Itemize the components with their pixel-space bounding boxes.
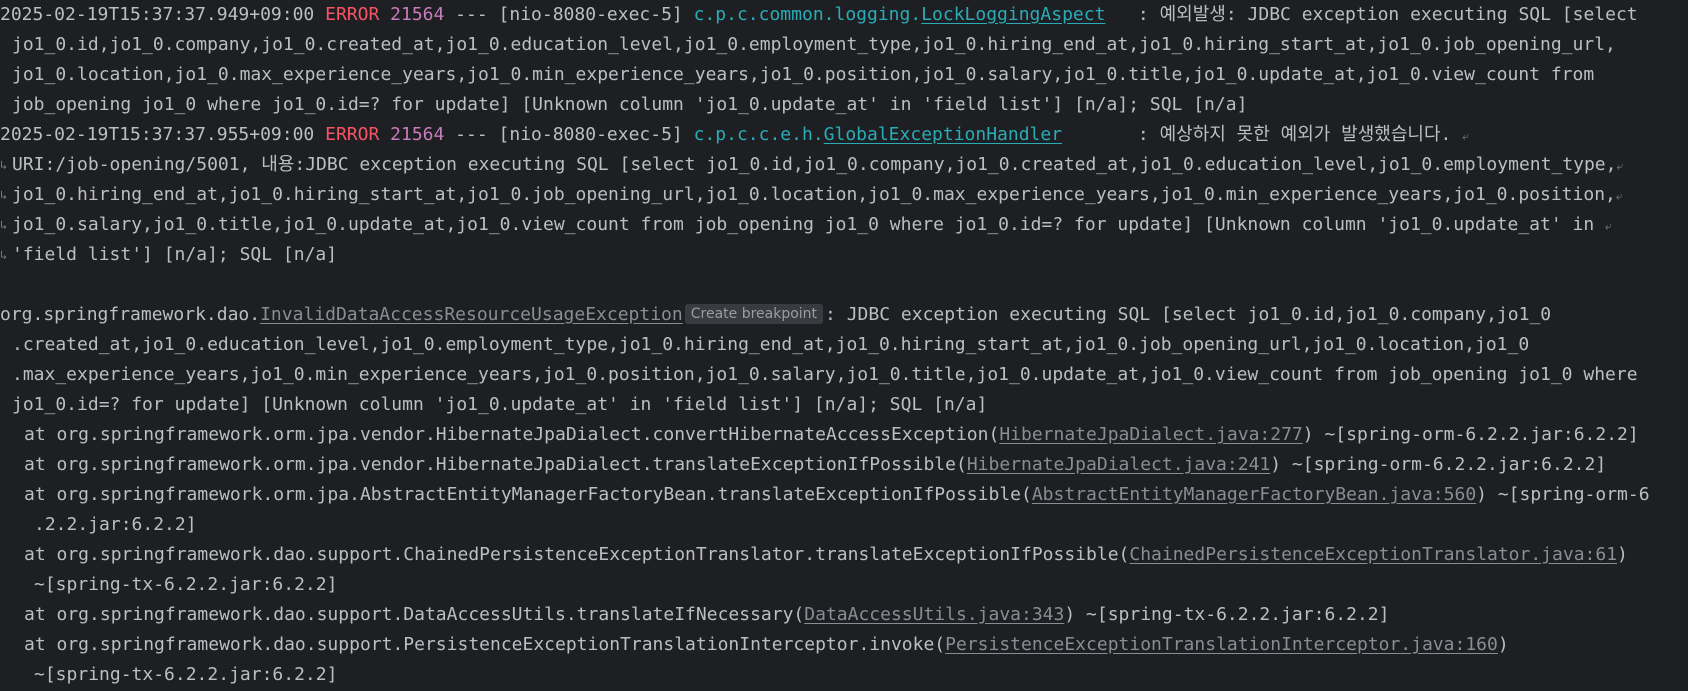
stack-frame-method: at org.springframework.orm.jpa.vendor.Hi…: [24, 424, 1000, 445]
stack-frame: at org.springframework.dao.support.Persi…: [0, 630, 1688, 660]
source-link[interactable]: DataAccessUtils.java:343: [804, 604, 1064, 625]
log-line: 2025-02-19T15:37:37.949+09:00 ERROR 2156…: [0, 0, 1688, 30]
exception-class-link[interactable]: InvalidDataAccessResourceUsageException: [260, 304, 683, 325]
exception-continuation: .created_at,jo1_0.education_level,jo1_0.…: [12, 334, 1530, 355]
log-line: 2025-02-19T15:37:37.955+09:00 ERROR 2156…: [0, 120, 1688, 150]
logger-prefix: c.p.c.common.logging.: [693, 4, 922, 25]
stack-frame-wrap: .2.2.jar:6.2.2]: [34, 514, 197, 535]
soft-wrap-end-icon: ⤶: [1616, 159, 1624, 173]
exception-line: org.springframework.dao.InvalidDataAcces…: [0, 300, 1688, 330]
soft-wrap-start-icon: ↳: [0, 158, 8, 172]
exception-message: : JDBC exception executing SQL [select j…: [825, 304, 1552, 325]
log-message: : 예상하지 못한 예외가 발생했습니다.: [1062, 124, 1463, 145]
stack-frame-jar: ): [1497, 634, 1509, 655]
source-link[interactable]: PersistenceExceptionTranslationIntercept…: [945, 634, 1498, 655]
log-continuation-text: jo1_0.salary,jo1_0.title,jo1_0.update_at…: [12, 214, 1606, 235]
source-link[interactable]: HibernateJpaDialect.java:241: [967, 454, 1270, 475]
stack-frame: at org.springframework.orm.jpa.vendor.Hi…: [0, 450, 1688, 480]
stack-frame: at org.springframework.orm.jpa.AbstractE…: [0, 480, 1688, 510]
log-pid: 21564: [390, 124, 445, 145]
create-breakpoint-button[interactable]: Create breakpoint: [684, 304, 824, 324]
soft-wrap-start-icon: ↳: [0, 218, 8, 232]
stack-frame-jar: ) ~[spring-orm-6.2.2.jar:6.2.2]: [1302, 424, 1639, 445]
stack-frame-jar: ) ~[spring-tx-6.2.2.jar:6.2.2]: [1064, 604, 1390, 625]
stack-frame: at org.springframework.orm.jpa.vendor.Hi…: [0, 420, 1688, 450]
stack-frame: at org.springframework.dao.support.DataA…: [0, 600, 1688, 630]
log-continuation: jo1_0.location,jo1_0.max_experience_year…: [12, 64, 1595, 85]
source-link[interactable]: ChainedPersistenceExceptionTranslator.ja…: [1129, 544, 1617, 565]
exception-continuation: jo1_0.id=? for update] [Unknown column '…: [12, 394, 988, 415]
stack-frame-jar: ) ~[spring-orm-6: [1476, 484, 1650, 505]
log-continuation-text: jo1_0.hiring_end_at,jo1_0.hiring_start_a…: [12, 184, 1616, 205]
log-pid: 21564: [390, 4, 445, 25]
soft-wrap-end-icon: ⤶: [1605, 219, 1612, 233]
soft-wrap-end-icon: ⤶: [1462, 129, 1469, 143]
exception-continuation: .max_experience_years,jo1_0.min_experien…: [12, 364, 1638, 385]
stack-frame-jar: ): [1617, 544, 1628, 565]
log-continuation: ↳ jo1_0.hiring_end_at,jo1_0.hiring_start_…: [0, 180, 1688, 210]
log-separator: ---: [444, 124, 499, 145]
stack-frame-wrap: ~[spring-tx-6.2.2.jar:6.2.2]: [34, 664, 338, 685]
console-output[interactable]: 2025-02-19T15:37:37.949+09:00 ERROR 2156…: [0, 0, 1688, 690]
stack-frame-method: at org.springframework.orm.jpa.vendor.Hi…: [24, 454, 967, 475]
exception-package: org.springframework.dao.: [0, 304, 261, 325]
stack-frame-method: at org.springframework.dao.support.Chain…: [24, 544, 1130, 565]
log-continuation: job_opening jo1_0 where jo1_0.id=? for u…: [12, 94, 1248, 115]
logger-class-link[interactable]: GlobalExceptionHandler: [824, 124, 1062, 145]
stack-frame: at org.springframework.dao.support.Chain…: [0, 540, 1688, 570]
log-timestamp: 2025-02-19T15:37:37.949+09:00: [0, 4, 315, 25]
log-level: ERROR: [325, 124, 380, 145]
log-message: : 예외발생: JDBC exception executing SQL [se…: [1105, 4, 1638, 25]
stack-frame-method: at org.springframework.orm.jpa.AbstractE…: [24, 484, 1032, 505]
log-continuation: jo1_0.id,jo1_0.company,jo1_0.created_at,…: [12, 34, 1616, 55]
log-continuation-text: URI:/job-opening/5001, 내용:JDBC exception…: [12, 154, 1617, 175]
log-thread: [nio-8080-exec-5]: [498, 4, 683, 25]
soft-wrap-end-icon: ⤶: [1615, 189, 1623, 203]
log-timestamp: 2025-02-19T15:37:37.955+09:00: [0, 124, 315, 145]
source-link[interactable]: AbstractEntityManagerFactoryBean.java:56…: [1032, 484, 1476, 505]
logger-prefix: c.p.c.c.e.h.: [693, 124, 824, 145]
source-link[interactable]: HibernateJpaDialect.java:277: [999, 424, 1302, 445]
stack-frame-wrap: ~[spring-tx-6.2.2.jar:6.2.2]: [34, 574, 338, 595]
stack-frame-method: at org.springframework.dao.support.Persi…: [24, 634, 946, 655]
stack-frame-jar: ) ~[spring-orm-6.2.2.jar:6.2.2]: [1270, 454, 1607, 475]
log-continuation: ↳ jo1_0.salary,jo1_0.title,jo1_0.update_a…: [0, 210, 1688, 240]
soft-wrap-start-icon: ↳: [0, 188, 8, 202]
log-continuation-text: 'field list'] [n/a]; SQL [n/a]: [12, 244, 338, 265]
log-continuation: ↳ URI:/job-opening/5001, 내용:JDBC exceptio…: [0, 150, 1688, 180]
stack-frame-method: at org.springframework.dao.support.DataA…: [24, 604, 805, 625]
log-continuation: ↳ 'field list'] [n/a]; SQL [n/a]: [0, 240, 1688, 270]
logger-class-link[interactable]: LockLoggingAspect: [921, 4, 1105, 25]
log-separator: ---: [444, 4, 499, 25]
soft-wrap-start-icon: ↳: [0, 248, 8, 262]
log-level: ERROR: [325, 4, 380, 25]
log-thread: [nio-8080-exec-5]: [498, 124, 683, 145]
